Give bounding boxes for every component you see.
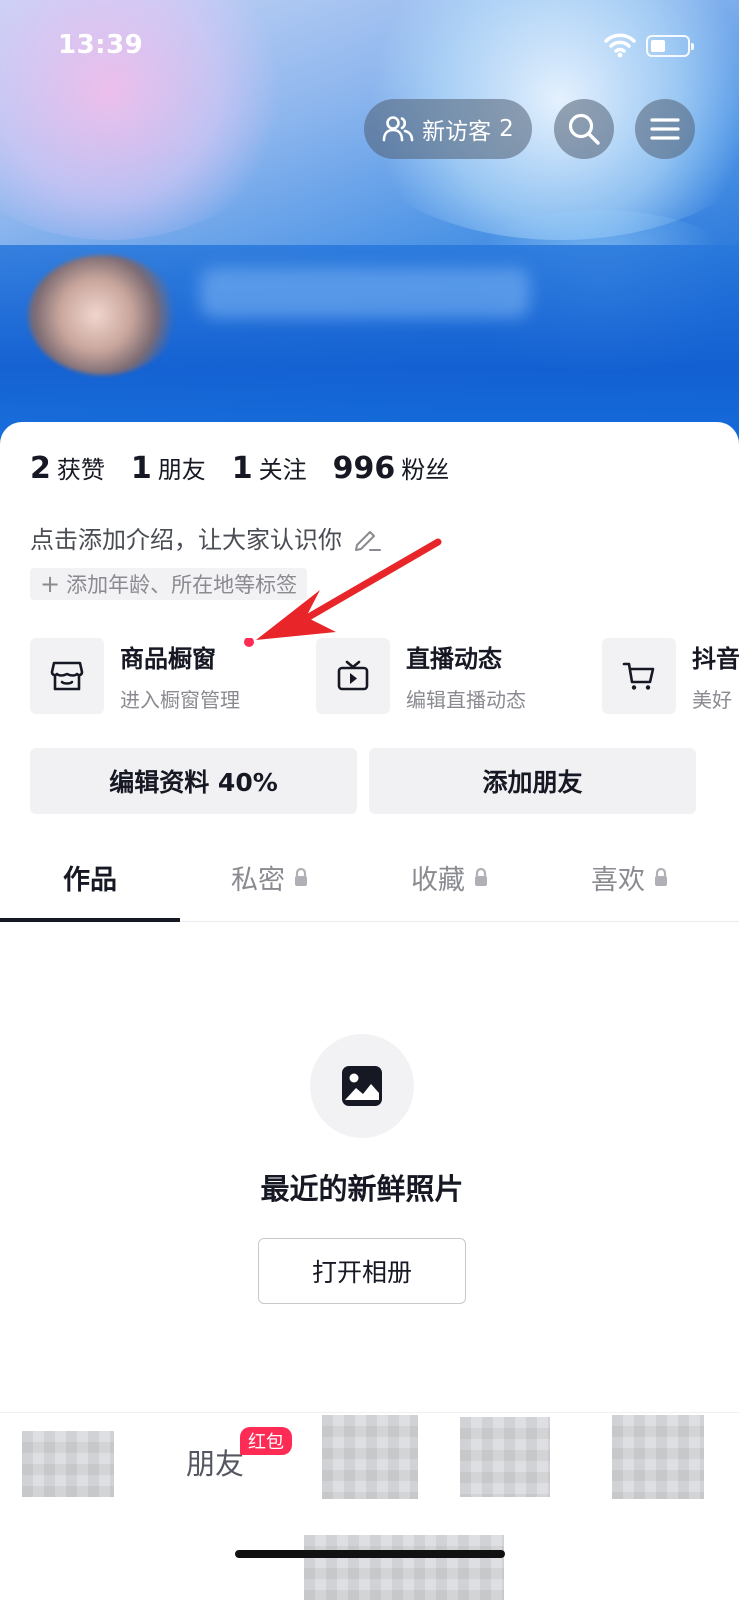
battery-icon: [646, 35, 694, 57]
wifi-icon: [604, 33, 636, 58]
service-douyin-mall[interactable]: 抖音 美好: [602, 638, 739, 714]
photo-icon: [342, 1066, 382, 1106]
tab-likes[interactable]: 喜欢: [540, 832, 720, 922]
empty-state-title: 最近的新鲜照片: [260, 1172, 464, 1206]
lock-icon: [475, 867, 487, 886]
pencil-icon: [355, 530, 381, 551]
cart-icon: [622, 662, 655, 690]
profile-name-blurred: [200, 268, 530, 318]
visitor-label: 新访客: [422, 119, 492, 145]
open-album-button[interactable]: 打开相册: [258, 1238, 466, 1304]
profile-actions: 编辑资料 40% 添加朋友: [30, 748, 696, 814]
tab-private-label: 私密: [231, 864, 285, 896]
profile-stats: 2 获赞 1 朋友 1 关注 996 粉丝: [30, 450, 449, 486]
search-icon: [568, 113, 600, 145]
nav-item-create-obscured[interactable]: [322, 1415, 418, 1499]
status-time: 13:39: [58, 30, 144, 60]
notification-dot: [244, 638, 254, 647]
profile-cover: [0, 0, 739, 450]
tab-private[interactable]: 私密: [180, 832, 360, 922]
service-storefront-title: 商品橱窗: [120, 638, 254, 674]
add-tags-label: 添加年龄、所在地等标签: [66, 573, 298, 597]
tv-icon: [337, 660, 369, 691]
stat-following-count: 1: [231, 451, 253, 486]
content-tabs: 作品 私密 收藏 喜欢: [0, 832, 739, 922]
stat-friends-label: 朋友: [157, 456, 206, 484]
services-row: 商品橱窗 进入橱窗管理 直播动态 编辑直播动态 抖音 美好: [30, 638, 739, 714]
stat-following-label: 关注: [258, 456, 307, 484]
store-icon: [50, 661, 84, 691]
stat-friends[interactable]: 1 朋友: [131, 450, 206, 486]
search-button[interactable]: [554, 99, 614, 159]
empty-state-icon: [310, 1034, 414, 1138]
menu-button[interactable]: [635, 99, 695, 159]
bio-intro[interactable]: 点击添加介绍，让大家认识你: [30, 520, 382, 555]
stat-likes-count: 2: [30, 451, 51, 486]
tab-works-label: 作品: [63, 864, 117, 896]
visitor-count: 2: [499, 116, 514, 142]
tab-favorites[interactable]: 收藏: [360, 832, 540, 922]
stat-following[interactable]: 1 关注: [232, 450, 307, 486]
add-tags-button[interactable]: + 添加年龄、所在地等标签: [30, 568, 308, 600]
avatar[interactable]: [28, 255, 178, 375]
stat-likes-label: 获赞: [56, 456, 105, 484]
hamburger-menu-icon: [650, 118, 680, 140]
service-storefront[interactable]: 商品橱窗 进入橱窗管理: [30, 638, 254, 714]
service-live-updates-subtitle: 编辑直播动态: [406, 688, 526, 712]
service-live-updates[interactable]: 直播动态 编辑直播动态: [316, 638, 526, 714]
lock-icon: [655, 867, 667, 886]
active-tab-indicator: [0, 918, 180, 922]
service-douyin-mall-subtitle: 美好: [692, 688, 732, 712]
nav-item-friends[interactable]: 朋友: [186, 1441, 244, 1483]
stat-followers-label: 粉丝: [401, 456, 450, 484]
service-live-updates-title: 直播动态: [406, 645, 502, 673]
home-indicator: [235, 1550, 505, 1558]
tab-likes-label: 喜欢: [591, 864, 645, 896]
nav-item-me-obscured[interactable]: [612, 1415, 704, 1499]
stat-likes[interactable]: 2 获赞: [30, 450, 105, 486]
nav-item-inbox-obscured[interactable]: [460, 1417, 550, 1497]
service-douyin-mall-title: 抖音: [692, 645, 739, 673]
bio-intro-text: 点击添加介绍，让大家认识你: [30, 526, 342, 554]
edit-profile-button[interactable]: 编辑资料 40%: [30, 748, 357, 814]
add-friends-button[interactable]: 添加朋友: [369, 748, 696, 814]
plus-icon: +: [40, 570, 61, 598]
tab-favorites-label: 收藏: [411, 864, 465, 896]
tab-works[interactable]: 作品: [0, 832, 180, 922]
lock-icon: [295, 867, 307, 886]
stat-followers[interactable]: 996 粉丝: [333, 450, 450, 486]
stat-friends-count: 1: [130, 451, 152, 486]
new-visitors-button[interactable]: 新访客 2: [364, 99, 532, 159]
people-icon: [382, 116, 414, 142]
bottom-nav: 朋友 红包: [0, 1412, 739, 1600]
nav-item-home-obscured[interactable]: [22, 1431, 114, 1497]
watermark-obscured: [304, 1535, 504, 1600]
red-packet-badge: 红包: [240, 1427, 292, 1455]
stat-followers-count: 996: [332, 451, 396, 486]
service-storefront-subtitle: 进入橱窗管理: [120, 688, 240, 712]
